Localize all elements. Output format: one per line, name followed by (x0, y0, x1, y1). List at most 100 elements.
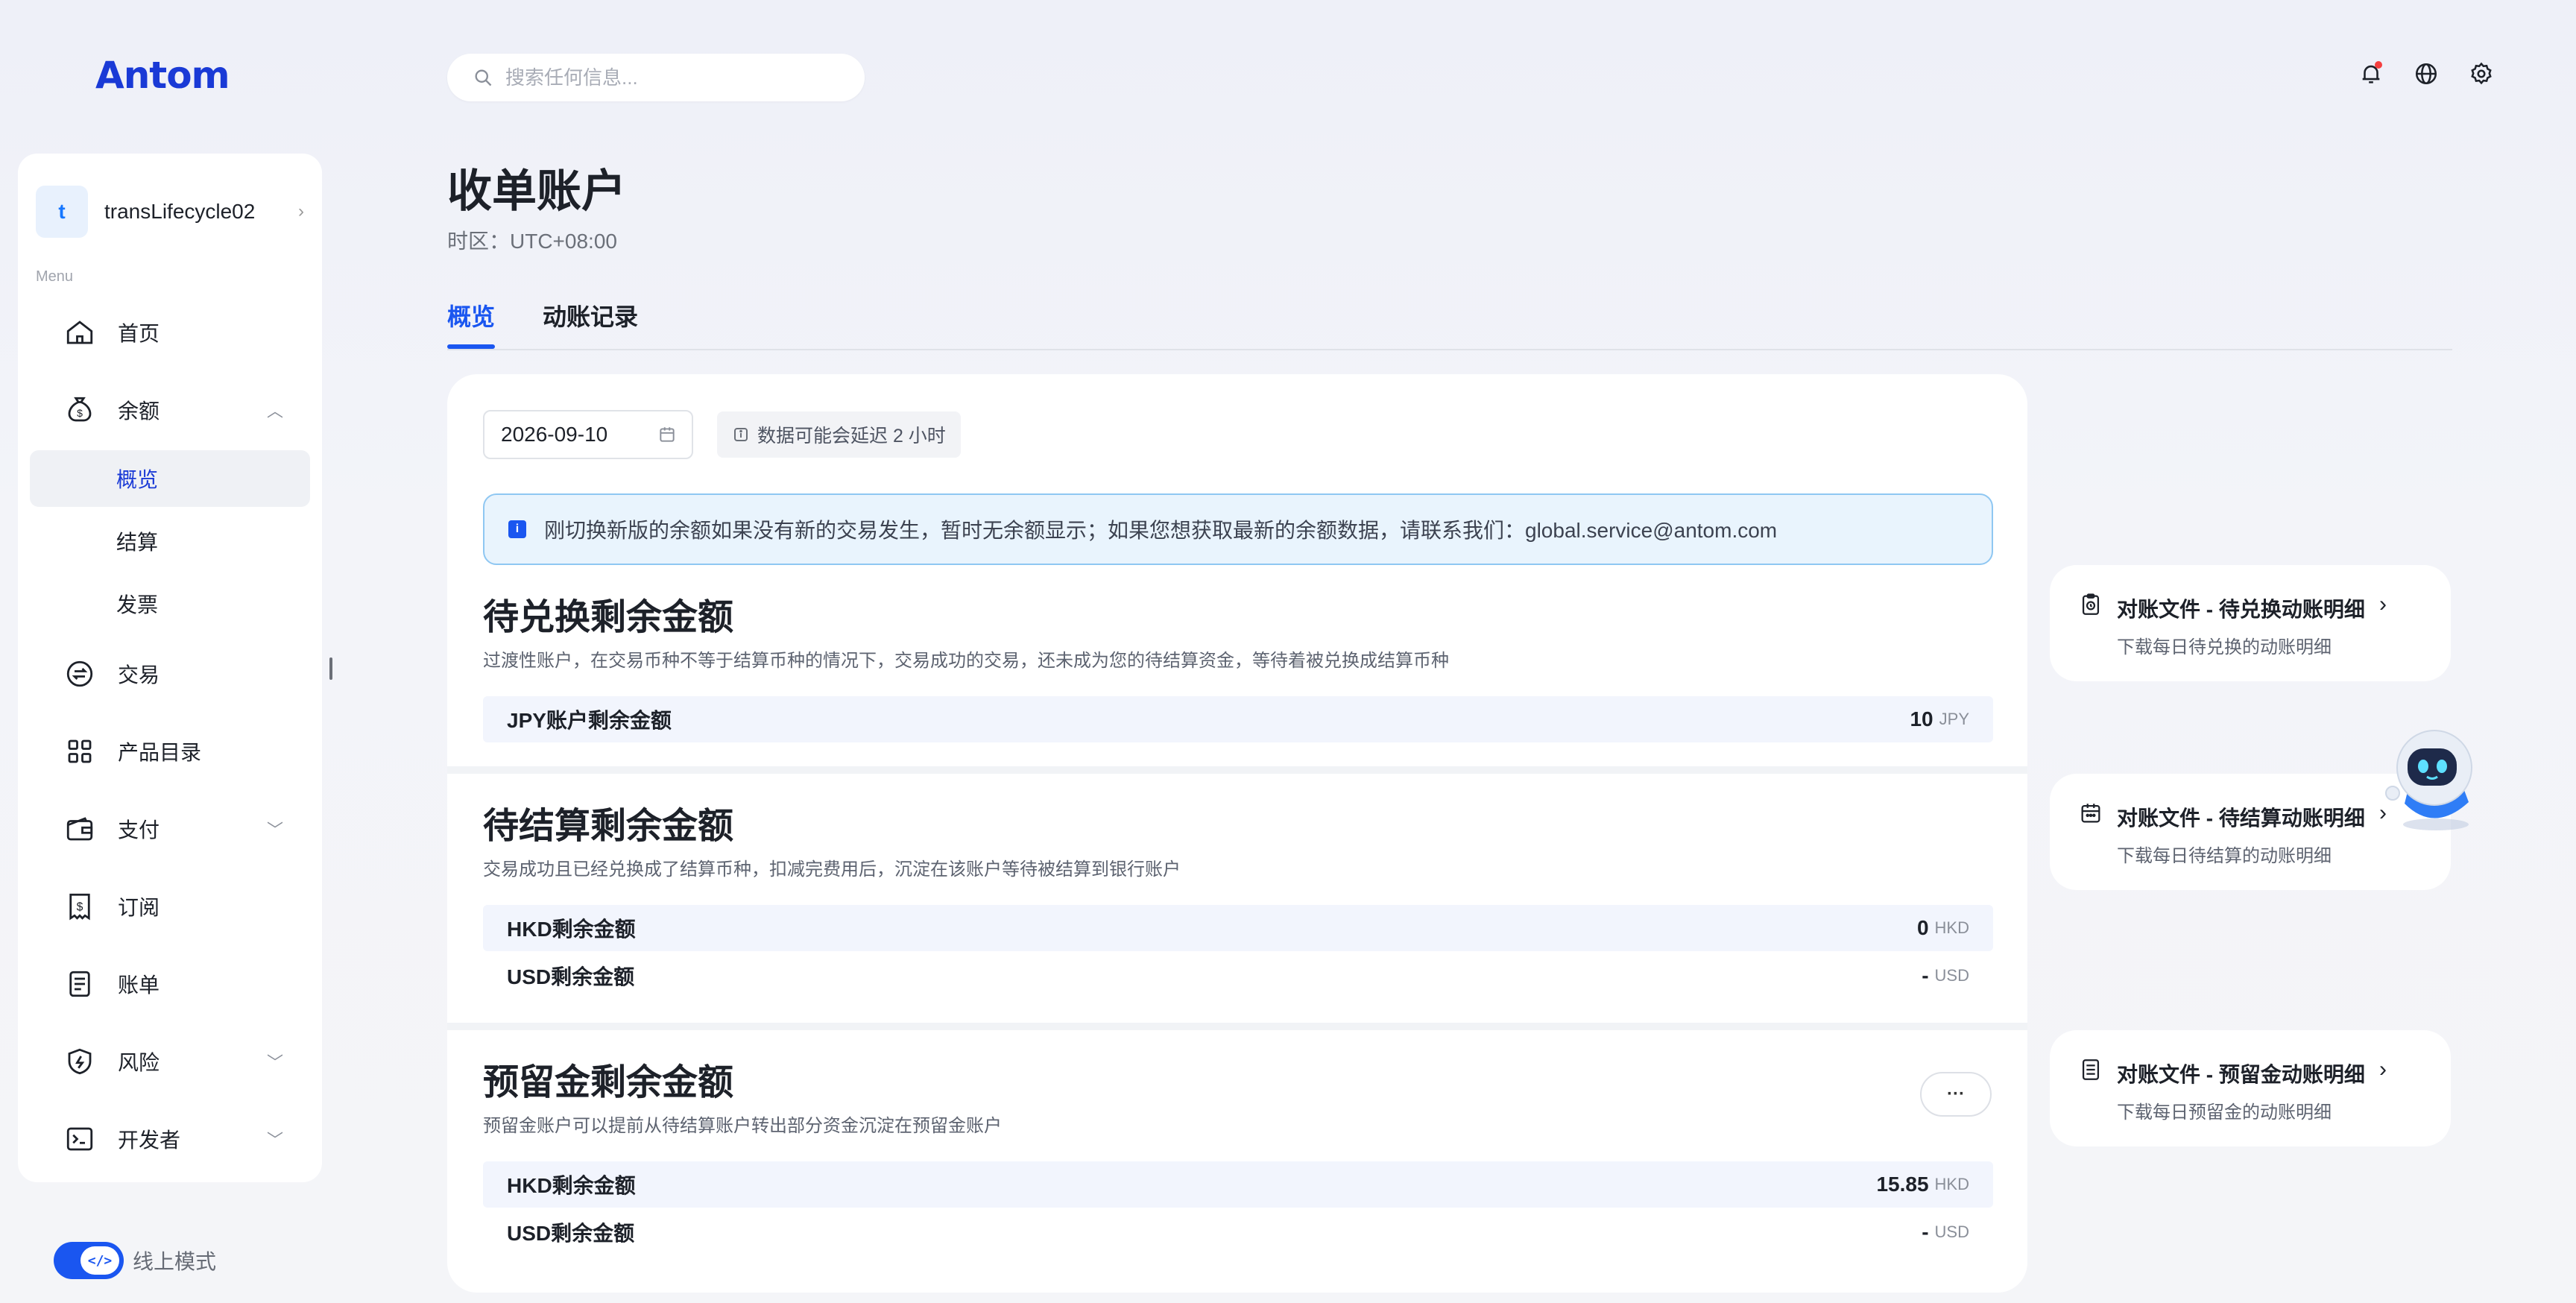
sidebar-subitem-settlement[interactable]: 结算 (30, 513, 310, 570)
data-delay-tag: 数据可能会延迟 2 小时 (717, 411, 961, 458)
tab-overview[interactable]: 概览 (447, 298, 495, 332)
row-value: - (1922, 1220, 1929, 1243)
sidebar-subitem-overview[interactable]: 概览 (30, 450, 310, 507)
sidebar-collapse-handle[interactable] (329, 657, 332, 680)
sidebar-item-transactions[interactable]: 交易 (30, 646, 310, 702)
tab-label: 动账记录 (543, 303, 639, 330)
balance-row: USD剩余金额 - USD (483, 953, 1993, 999)
sidebar-item-label: 账单 (118, 974, 160, 997)
global-search[interactable] (447, 54, 865, 101)
chevron-right-icon: › (2379, 592, 2387, 616)
chevron-down-icon: ﹀ (266, 821, 283, 839)
sidebar-item-label: 交易 (118, 663, 160, 687)
row-value: 10 (1910, 707, 1933, 731)
row-label: HKD剩余金额 (507, 1174, 636, 1197)
sidebar-item-label: 首页 (118, 322, 160, 345)
sidebar-subitem-invoice[interactable]: 发票 (30, 575, 310, 632)
sidebar-item-label: 风险 (118, 1051, 160, 1074)
exchange-icon (64, 658, 95, 690)
sidebar-item-developer[interactable]: 开发者 ﹀ (30, 1111, 310, 1167)
sidebar-item-label: 支付 (118, 818, 160, 842)
info-icon (734, 428, 748, 441)
sidebar-item-balance[interactable]: $ 余额 ︿ (30, 382, 310, 438)
more-button[interactable]: ··· (1920, 1072, 1992, 1117)
chevron-down-icon: ﹀ (266, 1131, 283, 1149)
row-label: USD剩余金额 (507, 1222, 635, 1245)
tab-bar: 概览 动账记录 (447, 294, 2452, 350)
sidebar-item-home[interactable]: 首页 (30, 304, 310, 361)
avatar: t (36, 186, 88, 238)
row-label: HKD剩余金额 (507, 918, 636, 941)
delay-note: 数据可能会延迟 2 小时 (757, 426, 946, 447)
section-desc: 预留金账户可以提前从待结算账户转出部分资金沉淀在预留金账户 (483, 1116, 1002, 1136)
svg-text:$: $ (77, 407, 83, 419)
sidebar-item-label: 订阅 (118, 896, 160, 919)
search-input[interactable] (505, 66, 833, 89)
subscription-icon: $ (64, 891, 95, 922)
menu-caption: Menu (36, 268, 74, 285)
row-value: 0 (1916, 916, 1929, 939)
row-currency: HKD (1934, 918, 1969, 937)
code-icon: </> (80, 1246, 119, 1275)
terminal-icon (64, 1123, 95, 1155)
row-label: JPY账户剩余金额 (507, 709, 672, 732)
mode-label: 线上模式 (133, 1250, 217, 1273)
recon-file-pending-exchange[interactable]: 对账文件 - 待兑换动账明细 › 下载每日待兑换的动账明细 (2050, 565, 2451, 681)
globe-icon[interactable] (2414, 61, 2439, 86)
antom-logo[interactable]: Antom (95, 54, 230, 97)
timezone-label: 时区：UTC+08:00 (447, 230, 617, 253)
chevron-up-icon: ︿ (266, 402, 283, 420)
assistant-robot-icon[interactable] (2382, 722, 2479, 833)
sidebar-item-payment[interactable]: 支付 ﹀ (30, 801, 310, 857)
recon-file-reserve[interactable]: 对账文件 - 预留金动账明细 › 下载每日预留金的动账明细 (2050, 1030, 2451, 1146)
sidebar-item-catalog[interactable]: 产品目录 (30, 723, 310, 780)
row-currency: HKD (1934, 1175, 1969, 1193)
sidebar-item-label: 余额 (118, 400, 160, 423)
balance-row: USD剩余金额 - USD (483, 1209, 1993, 1255)
page-title: 收单账户 (447, 166, 626, 216)
gear-icon[interactable] (2469, 61, 2494, 86)
section-divider (447, 766, 2027, 774)
tab-activity[interactable]: 动账记录 (543, 298, 638, 332)
document-icon (2078, 1057, 2103, 1082)
sidebar-item-bill[interactable]: 账单 (30, 956, 310, 1012)
row-label: USD剩余金额 (507, 965, 635, 988)
row-currency: JPY (1939, 710, 1969, 728)
mode-toggle[interactable]: </> (54, 1242, 124, 1279)
card-subtitle: 下载每日待兑换的动账明细 (2117, 637, 2332, 657)
chevron-down-icon: ﹀ (266, 1053, 283, 1072)
tab-label: 概览 (447, 303, 496, 330)
calendar-icon (2078, 801, 2103, 826)
balance-card: 2026-09-10 数据可能会延迟 2 小时 i 刚切换新版的余额如果没有新的… (447, 374, 2027, 1293)
account-switcher[interactable]: t transLifecycle02 › (36, 182, 304, 242)
bell-icon[interactable] (2358, 61, 2384, 86)
section-title: 预留金剩余金额 (483, 1063, 734, 1102)
sidebar-item-subscription[interactable]: $ 订阅 (30, 878, 310, 935)
live-mode-switch[interactable]: </> 线上模式 (54, 1242, 216, 1279)
shield-icon (64, 1046, 95, 1077)
calendar-icon (660, 427, 675, 442)
sidebar-item-risk[interactable]: 风险 ﹀ (30, 1033, 310, 1090)
section-divider (447, 1023, 2027, 1030)
date-picker[interactable]: 2026-09-10 (483, 410, 693, 459)
chevron-right-icon: › (298, 201, 304, 221)
info-icon: i (508, 520, 526, 538)
home-icon (64, 317, 95, 348)
balance-row: HKD剩余金额 15.85 HKD (483, 1161, 1993, 1208)
sidebar: t transLifecycle02 › Menu 首页 $ 余额 ︿ 概览 结… (18, 154, 322, 1182)
notice-banner: i 刚切换新版的余额如果没有新的交易发生，暂时无余额显示；如果您想获取最新的余额… (483, 493, 1993, 565)
card-title: 对账文件 - 待兑换动账明细 (2117, 598, 2365, 621)
section-desc: 过渡性账户，在交易币种不等于结算币种的情况下，交易成功的交易，还未成为您的待结算… (483, 651, 1449, 671)
money-bag-icon: $ (64, 394, 95, 426)
card-title: 对账文件 - 预留金动账明细 (2117, 1063, 2365, 1086)
notice-text: 刚切换新版的余额如果没有新的交易发生，暂时无余额显示；如果您想获取最新的余额数据… (544, 519, 1778, 542)
grid-icon (64, 736, 95, 767)
sidebar-item-label: 开发者 (118, 1129, 181, 1152)
balance-row: JPY账户剩余金额 10 JPY (483, 696, 1993, 742)
balance-row: HKD剩余金额 0 HKD (483, 905, 1993, 951)
section-title: 待兑换剩余金额 (483, 598, 734, 637)
row-currency: USD (1934, 966, 1969, 985)
sidebar-item-label: 产品目录 (118, 741, 202, 764)
clipboard-clock-icon (2078, 592, 2103, 617)
chevron-right-icon: › (2379, 1057, 2387, 1082)
